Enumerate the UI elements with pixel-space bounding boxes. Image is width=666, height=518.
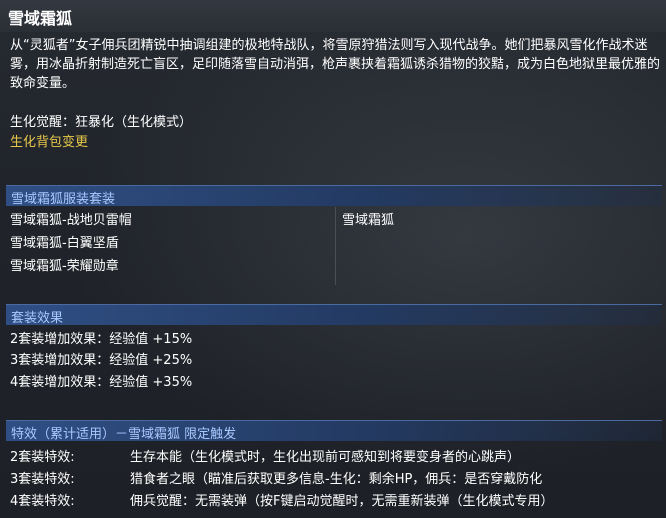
special-row-value: 猎食者之眼（瞄准后获取更多信息-生化：剩余HP，佣兵：是否穿戴防化 [130, 472, 543, 487]
bio-bag-change-text: 生化背包变更 [10, 135, 89, 150]
column-divider [335, 207, 336, 285]
special-row-value: 生存本能（生化模式时，生化出现前可感知到将要变身者的心跳声） [130, 450, 521, 465]
set-item-right: 雪域霜狐 [342, 213, 395, 228]
effect-section-header: 套装效果 [6, 304, 662, 326]
special-section-title: 特效（累计适用）－雪域霜狐 限定触发 [11, 427, 237, 442]
effect-section-title: 套装效果 [11, 311, 64, 326]
item-description: 从“灵狐者”女子佣兵团精锐中抽调组建的极地特战队，将雪原狩猎法则写入现代战争。她… [10, 38, 661, 91]
special-row-label: 4套装特效: [10, 494, 75, 509]
set-item-left: 雪域霜狐-荣耀勋章 [10, 259, 119, 274]
set-section-header: 雪域霜狐服装套装 [6, 185, 662, 207]
special-row-label: 3套装特效: [10, 472, 75, 487]
item-title: 雪域霜狐 [8, 9, 73, 28]
effect-row: 2套装增加效果：经验值 +15% [10, 332, 193, 347]
special-row-label: 2套装特效: [10, 450, 75, 465]
tooltip-panel: 雪域霜狐 从“灵狐者”女子佣兵团精锐中抽调组建的极地特战队，将雪原狩猎法则写入现… [0, 0, 666, 518]
special-row-value: 佣兵觉醒：无需装弹（按F键启动觉醒时，无需重新装弹（生化模式专用） [130, 494, 554, 509]
effect-row: 3套装增加效果：经验值 +25% [10, 353, 193, 368]
set-section-title: 雪域霜狐服装套装 [11, 192, 116, 207]
title-bar: 雪域霜狐 [0, 0, 666, 32]
set-item-left: 雪域霜狐-白翼坚盾 [10, 236, 119, 251]
set-item-left: 雪域霜狐-战地贝雷帽 [10, 213, 132, 228]
special-section-header: 特效（累计适用）－雪域霜狐 限定触发 [6, 420, 662, 442]
bio-awaken-text: 生化觉醒：狂暴化（生化模式） [10, 115, 193, 130]
effect-row: 4套装增加效果：经验值 +35% [10, 375, 193, 390]
